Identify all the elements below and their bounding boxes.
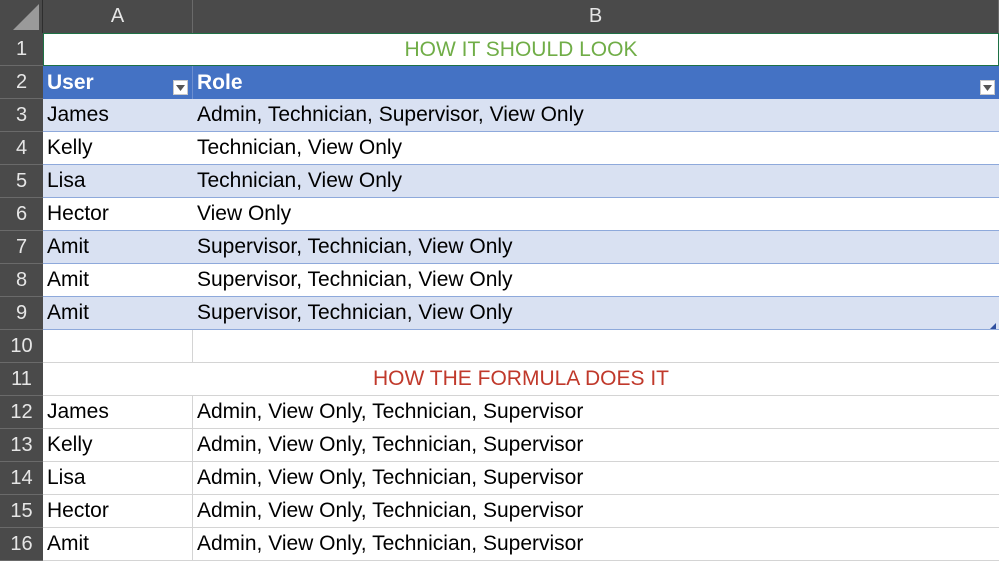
row-header[interactable]: 11 bbox=[0, 363, 43, 396]
column-header-b[interactable]: B bbox=[193, 0, 999, 33]
formula-row: 16 Amit Admin, View Only, Technician, Su… bbox=[0, 528, 999, 561]
row-header[interactable]: 16 bbox=[0, 528, 43, 561]
row-header[interactable]: 4 bbox=[0, 132, 43, 165]
role-cell[interactable]: Admin, View Only, Technician, Supervisor bbox=[193, 396, 999, 429]
sheet-row-11: 11 HOW THE FORMULA DOES IT bbox=[0, 363, 999, 396]
formula-row: 13 Kelly Admin, View Only, Technician, S… bbox=[0, 429, 999, 462]
row-header[interactable]: 2 bbox=[0, 66, 43, 99]
spreadsheet-grid: A B 1 HOW IT SHOULD LOOK 2 User Role 3 J… bbox=[0, 0, 999, 561]
user-cell[interactable]: Kelly bbox=[43, 132, 193, 165]
table-row: 7 Amit Supervisor, Technician, View Only bbox=[0, 231, 999, 264]
row-header[interactable]: 13 bbox=[0, 429, 43, 462]
role-cell[interactable]: Supervisor, Technician, View Only bbox=[193, 297, 999, 330]
row-header[interactable]: 15 bbox=[0, 495, 43, 528]
role-cell[interactable]: Technician, View Only bbox=[193, 165, 999, 198]
user-cell[interactable]: Amit bbox=[43, 297, 193, 330]
row-header[interactable]: 3 bbox=[0, 99, 43, 132]
user-cell[interactable]: Kelly bbox=[43, 429, 193, 462]
role-cell[interactable]: Admin, View Only, Technician, Supervisor bbox=[193, 528, 999, 561]
user-cell[interactable]: Amit bbox=[43, 264, 193, 297]
user-cell[interactable]: Lisa bbox=[43, 165, 193, 198]
row-header[interactable]: 1 bbox=[0, 33, 43, 66]
filter-dropdown-icon[interactable] bbox=[173, 80, 188, 95]
role-cell[interactable]: Supervisor, Technician, View Only bbox=[193, 231, 999, 264]
sheet-row-1: 1 HOW IT SHOULD LOOK bbox=[0, 33, 999, 66]
row-header[interactable]: 14 bbox=[0, 462, 43, 495]
user-cell[interactable]: Amit bbox=[43, 231, 193, 264]
table-row: 8 Amit Supervisor, Technician, View Only bbox=[0, 264, 999, 297]
table-row: 6 Hector View Only bbox=[0, 198, 999, 231]
user-cell[interactable]: James bbox=[43, 99, 193, 132]
role-cell[interactable]: Admin, Technician, Supervisor, View Only bbox=[193, 99, 999, 132]
header-user-label: User bbox=[47, 70, 94, 94]
select-all-button[interactable] bbox=[0, 0, 43, 33]
role-cell[interactable]: Admin, View Only, Technician, Supervisor bbox=[193, 495, 999, 528]
user-cell[interactable]: Lisa bbox=[43, 462, 193, 495]
role-cell[interactable]: View Only bbox=[193, 198, 999, 231]
header-role-label: Role bbox=[197, 70, 243, 94]
column-header-bar: A B bbox=[0, 0, 999, 33]
column-header-a[interactable]: A bbox=[43, 0, 193, 33]
row-header[interactable]: 8 bbox=[0, 264, 43, 297]
user-cell[interactable]: Hector bbox=[43, 198, 193, 231]
table-row: 9 Amit Supervisor, Technician, View Only bbox=[0, 297, 999, 330]
row-header[interactable]: 7 bbox=[0, 231, 43, 264]
row-header[interactable]: 5 bbox=[0, 165, 43, 198]
row-header[interactable]: 9 bbox=[0, 297, 43, 330]
empty-cell[interactable] bbox=[193, 330, 999, 363]
formula-row: 14 Lisa Admin, View Only, Technician, Su… bbox=[0, 462, 999, 495]
sheet-row-10: 10 bbox=[0, 330, 999, 363]
user-cell[interactable]: Hector bbox=[43, 495, 193, 528]
formula-row: 15 Hector Admin, View Only, Technician, … bbox=[0, 495, 999, 528]
formula-row: 12 James Admin, View Only, Technician, S… bbox=[0, 396, 999, 429]
filter-dropdown-icon[interactable] bbox=[980, 80, 995, 95]
header-cell-user[interactable]: User bbox=[43, 66, 193, 99]
role-cell[interactable]: Admin, View Only, Technician, Supervisor bbox=[193, 429, 999, 462]
role-cell[interactable]: Admin, View Only, Technician, Supervisor bbox=[193, 462, 999, 495]
table-row: 4 Kelly Technician, View Only bbox=[0, 132, 999, 165]
table-resize-handle-icon[interactable] bbox=[990, 323, 996, 329]
table-header-row: 2 User Role bbox=[0, 66, 999, 99]
row-header[interactable]: 6 bbox=[0, 198, 43, 231]
title-cell-should-look[interactable]: HOW IT SHOULD LOOK bbox=[43, 33, 999, 66]
row-header[interactable]: 10 bbox=[0, 330, 43, 363]
table-row: 3 James Admin, Technician, Supervisor, V… bbox=[0, 99, 999, 132]
user-cell[interactable]: James bbox=[43, 396, 193, 429]
user-cell[interactable]: Amit bbox=[43, 528, 193, 561]
header-cell-role[interactable]: Role bbox=[193, 66, 999, 99]
table-row: 5 Lisa Technician, View Only bbox=[0, 165, 999, 198]
role-cell[interactable]: Technician, View Only bbox=[193, 132, 999, 165]
empty-cell[interactable] bbox=[43, 330, 193, 363]
title-cell-formula[interactable]: HOW THE FORMULA DOES IT bbox=[43, 363, 999, 396]
role-cell[interactable]: Supervisor, Technician, View Only bbox=[193, 264, 999, 297]
row-header[interactable]: 12 bbox=[0, 396, 43, 429]
select-all-triangle-icon bbox=[13, 4, 39, 30]
